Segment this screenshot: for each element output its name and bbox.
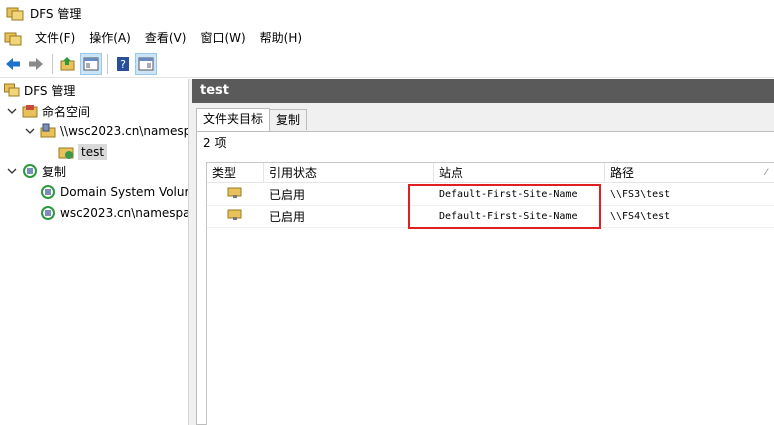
forward-arrow-icon (29, 57, 43, 70)
console-tree: DFS 管理 命名空间 \\wsc2023.cn\namesp test 复制 … (0, 79, 188, 425)
path-cell: \\FS4\test (610, 210, 671, 222)
tree-label: 命名空间 (42, 104, 91, 119)
back-button[interactable] (2, 53, 24, 75)
tree-item-namespaces[interactable]: 命名空间 (6, 101, 90, 121)
tree-item-replication-group-2[interactable]: wsc2023.cn\namespa (40, 203, 188, 223)
referral-status-cell: 已启用 (269, 187, 306, 202)
site-cell: Default-First-Site-Name (439, 210, 578, 222)
forward-button[interactable] (25, 53, 47, 75)
folder-target-icon (227, 209, 242, 220)
column-header-referral-status[interactable]: 引用状态 (264, 163, 434, 183)
title-bar: DFS 管理 (0, 0, 774, 26)
menu-window[interactable]: 窗口(W) (193, 28, 252, 48)
type-cell (207, 184, 264, 206)
chevron-down-icon[interactable] (6, 105, 18, 117)
tree-label: \\wsc2023.cn\namesp (60, 124, 188, 138)
table-row[interactable]: 已启用 Default-First-Site-Name \\FS3\test (207, 184, 774, 206)
show-hide-action-pane-button[interactable] (135, 52, 157, 75)
menu-action[interactable]: 操作(A) (82, 28, 138, 48)
details-pane: test 文件夹目标 复制 2 项 类型 引用状态 站点 路径 ⁄ 已启用 De… (192, 79, 774, 425)
replication-group-icon (41, 206, 55, 220)
dfs-app-icon (6, 7, 24, 21)
chevron-down-icon[interactable] (6, 165, 18, 177)
up-folder-icon (60, 56, 75, 70)
toolbar: ? (0, 50, 774, 78)
column-header-site[interactable]: 站点 (434, 163, 605, 183)
tree-label: wsc2023.cn\namespa (60, 206, 188, 220)
menu-bar: 文件(F) 操作(A) 查看(V) 窗口(W) 帮助(H) (0, 26, 774, 50)
back-arrow-icon (6, 57, 20, 70)
referral-status-cell: 已启用 (269, 209, 306, 224)
show-hide-tree-button[interactable] (80, 52, 102, 75)
path-cell: \\FS3\test (610, 188, 671, 200)
folder-targets-list: 类型 引用状态 站点 路径 ⁄ 已启用 Default-First-Site-N… (206, 162, 774, 425)
menu-help[interactable]: 帮助(H) (253, 28, 309, 48)
tree-item-dfs-management[interactable]: DFS 管理 (4, 80, 75, 100)
replication-group-icon (41, 185, 55, 199)
window-title: DFS 管理 (30, 6, 82, 21)
menu-view[interactable]: 查看(V) (138, 28, 194, 48)
namespace-folder-icon (22, 105, 38, 118)
tree-item-folder-test[interactable]: test (58, 142, 108, 162)
column-header-path[interactable]: 路径 ⁄ (605, 163, 774, 183)
namespace-server-icon (40, 123, 56, 138)
up-one-level-button[interactable] (57, 53, 79, 75)
table-row[interactable]: 已启用 Default-First-Site-Name \\FS4\test (207, 206, 774, 228)
details-header-title: test (192, 79, 774, 103)
tree-item-replication-group-1[interactable]: Domain System Volur (40, 182, 188, 202)
console-icon[interactable] (4, 30, 22, 46)
chevron-down-icon[interactable] (24, 125, 36, 137)
toolbar-separator (107, 53, 108, 74)
tree-label: test (78, 144, 108, 160)
svg-text:?: ? (120, 58, 126, 71)
tree-label: DFS 管理 (24, 83, 76, 98)
tab-folder-targets[interactable]: 文件夹目标 (196, 108, 271, 131)
details-tabs: 文件夹目标 复制 (196, 108, 308, 131)
folder-target-icon (227, 187, 242, 198)
list-header: 类型 引用状态 站点 路径 ⁄ (207, 163, 774, 183)
type-cell (207, 206, 264, 228)
site-cell: Default-First-Site-Name (439, 188, 578, 200)
tree-label: Domain System Volur (60, 185, 188, 199)
tree-item-namespace[interactable]: \\wsc2023.cn\namesp (24, 121, 188, 141)
sort-indicator-icon: ⁄ (765, 168, 767, 178)
action-pane-icon (138, 57, 154, 70)
menu-file[interactable]: 文件(F) (28, 28, 82, 48)
folder-link-icon (58, 147, 74, 159)
tab-replication[interactable]: 复制 (269, 109, 308, 130)
column-header-type[interactable]: 类型 (207, 163, 264, 183)
replication-icon (23, 164, 37, 178)
help-button[interactable]: ? (112, 53, 134, 75)
tree-label: 复制 (42, 164, 67, 179)
item-count: 2 项 (203, 136, 227, 150)
show-hide-tree-icon (83, 57, 99, 70)
dfs-management-icon (4, 83, 20, 97)
toolbar-separator (52, 53, 53, 74)
tree-item-replication[interactable]: 复制 (6, 161, 66, 181)
column-header-path-label: 路径 (610, 166, 635, 180)
help-icon: ? (117, 56, 129, 71)
